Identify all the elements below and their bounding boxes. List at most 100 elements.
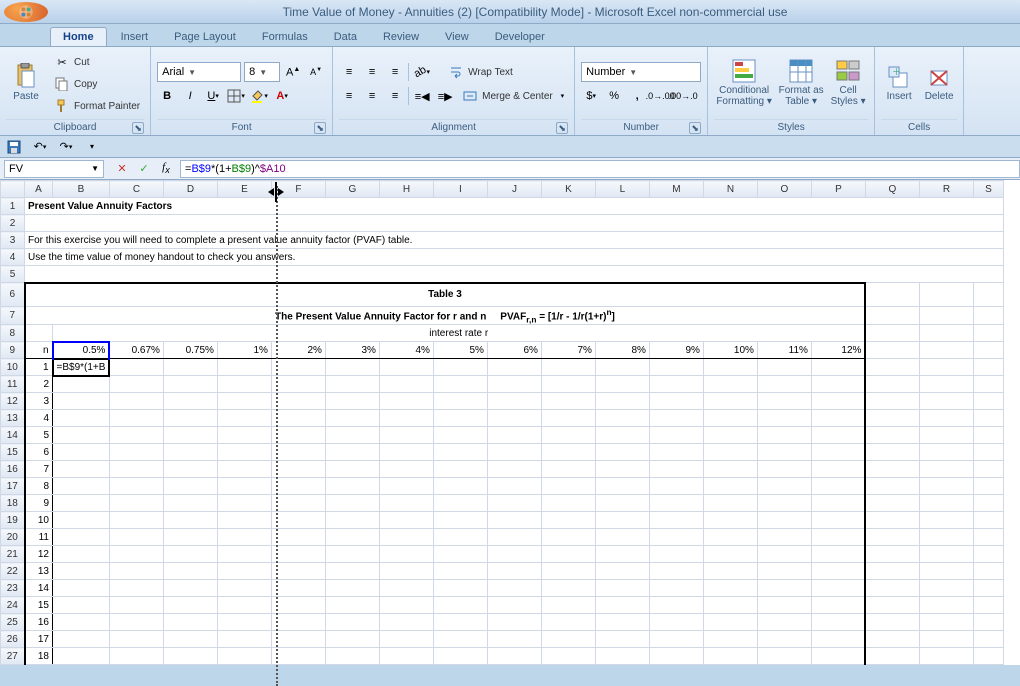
cell[interactable]: [865, 393, 919, 410]
cell[interactable]: [757, 529, 811, 546]
cell[interactable]: [379, 359, 433, 376]
cell[interactable]: [595, 410, 649, 427]
cell[interactable]: 7: [25, 461, 53, 478]
cell[interactable]: [703, 597, 757, 614]
cell[interactable]: n: [25, 342, 53, 359]
cell[interactable]: [271, 580, 325, 597]
cell[interactable]: [217, 478, 271, 495]
copy-button[interactable]: Copy: [50, 74, 144, 94]
row-header[interactable]: 18: [1, 495, 25, 512]
cell[interactable]: [865, 342, 919, 359]
cell[interactable]: [109, 546, 163, 563]
cell[interactable]: [325, 597, 379, 614]
cell[interactable]: [919, 461, 973, 478]
cell[interactable]: [703, 495, 757, 512]
cell[interactable]: [649, 393, 703, 410]
cell[interactable]: 8: [25, 478, 53, 495]
cell[interactable]: [325, 495, 379, 512]
cell[interactable]: [433, 495, 487, 512]
cell[interactable]: [487, 529, 541, 546]
cell[interactable]: [487, 648, 541, 665]
cell[interactable]: [217, 597, 271, 614]
cell[interactable]: [325, 427, 379, 444]
cell[interactable]: [865, 512, 919, 529]
col-header[interactable]: A: [25, 181, 53, 198]
office-button[interactable]: [4, 2, 48, 22]
cell[interactable]: [541, 410, 595, 427]
cell[interactable]: [919, 580, 973, 597]
cell[interactable]: [541, 580, 595, 597]
cell[interactable]: [973, 461, 1003, 478]
cell[interactable]: [649, 427, 703, 444]
cell[interactable]: [541, 376, 595, 393]
underline-button[interactable]: U▾: [203, 86, 223, 106]
cell[interactable]: [973, 495, 1003, 512]
cell[interactable]: [53, 376, 110, 393]
cell[interactable]: [217, 444, 271, 461]
name-box[interactable]: FV▼: [4, 160, 104, 178]
cell[interactable]: [703, 580, 757, 597]
cell[interactable]: [595, 614, 649, 631]
cell[interactable]: [109, 563, 163, 580]
cell[interactable]: [649, 478, 703, 495]
cell[interactable]: [433, 563, 487, 580]
cell[interactable]: [595, 495, 649, 512]
cell[interactable]: [919, 393, 973, 410]
cell[interactable]: [163, 393, 217, 410]
cell[interactable]: [703, 631, 757, 648]
cell[interactable]: [703, 478, 757, 495]
cell[interactable]: [217, 410, 271, 427]
col-header[interactable]: S: [973, 181, 1003, 198]
currency-button[interactable]: $▾: [581, 86, 601, 106]
cell[interactable]: [163, 563, 217, 580]
row-header[interactable]: 20: [1, 529, 25, 546]
cell[interactable]: [973, 631, 1003, 648]
cell[interactable]: [53, 546, 110, 563]
cell[interactable]: [271, 393, 325, 410]
cell[interactable]: [649, 580, 703, 597]
cell[interactable]: [379, 563, 433, 580]
cell[interactable]: 2: [25, 376, 53, 393]
col-header[interactable]: Q: [865, 181, 919, 198]
font-launcher[interactable]: ⬊: [314, 122, 326, 134]
cell[interactable]: [53, 410, 110, 427]
cell[interactable]: [541, 444, 595, 461]
cell[interactable]: [487, 393, 541, 410]
cell[interactable]: For this exercise you will need to compl…: [25, 232, 1004, 249]
cell[interactable]: 4: [25, 410, 53, 427]
cell[interactable]: [163, 427, 217, 444]
cell[interactable]: [811, 597, 865, 614]
cell[interactable]: [595, 444, 649, 461]
cell[interactable]: [325, 648, 379, 665]
cell[interactable]: [703, 563, 757, 580]
cell[interactable]: [271, 444, 325, 461]
cell[interactable]: [53, 427, 110, 444]
cell[interactable]: [53, 597, 110, 614]
cell[interactable]: [487, 376, 541, 393]
cell[interactable]: [271, 546, 325, 563]
cell[interactable]: [271, 648, 325, 665]
col-header[interactable]: G: [325, 181, 379, 198]
cell[interactable]: [379, 444, 433, 461]
cell[interactable]: Table 3: [25, 283, 866, 307]
cell[interactable]: [53, 478, 110, 495]
cell[interactable]: [487, 478, 541, 495]
cell[interactable]: [919, 648, 973, 665]
cell[interactable]: 2%: [271, 342, 325, 359]
cell[interactable]: Present Value Annuity Factors: [25, 198, 1004, 215]
format-painter-button[interactable]: Format Painter: [50, 96, 144, 116]
cell[interactable]: [595, 529, 649, 546]
cell[interactable]: [433, 427, 487, 444]
cell[interactable]: 9: [25, 495, 53, 512]
cell[interactable]: [433, 444, 487, 461]
shrink-font-button[interactable]: A▼: [306, 62, 326, 82]
cell[interactable]: [865, 427, 919, 444]
row-header[interactable]: 7: [1, 307, 25, 325]
cell[interactable]: 16: [25, 614, 53, 631]
tab-formulas[interactable]: Formulas: [250, 28, 320, 46]
cell[interactable]: [217, 631, 271, 648]
align-top-button[interactable]: ≡: [339, 62, 359, 82]
cell[interactable]: [541, 427, 595, 444]
cell[interactable]: [217, 461, 271, 478]
align-middle-button[interactable]: ≡: [362, 62, 382, 82]
